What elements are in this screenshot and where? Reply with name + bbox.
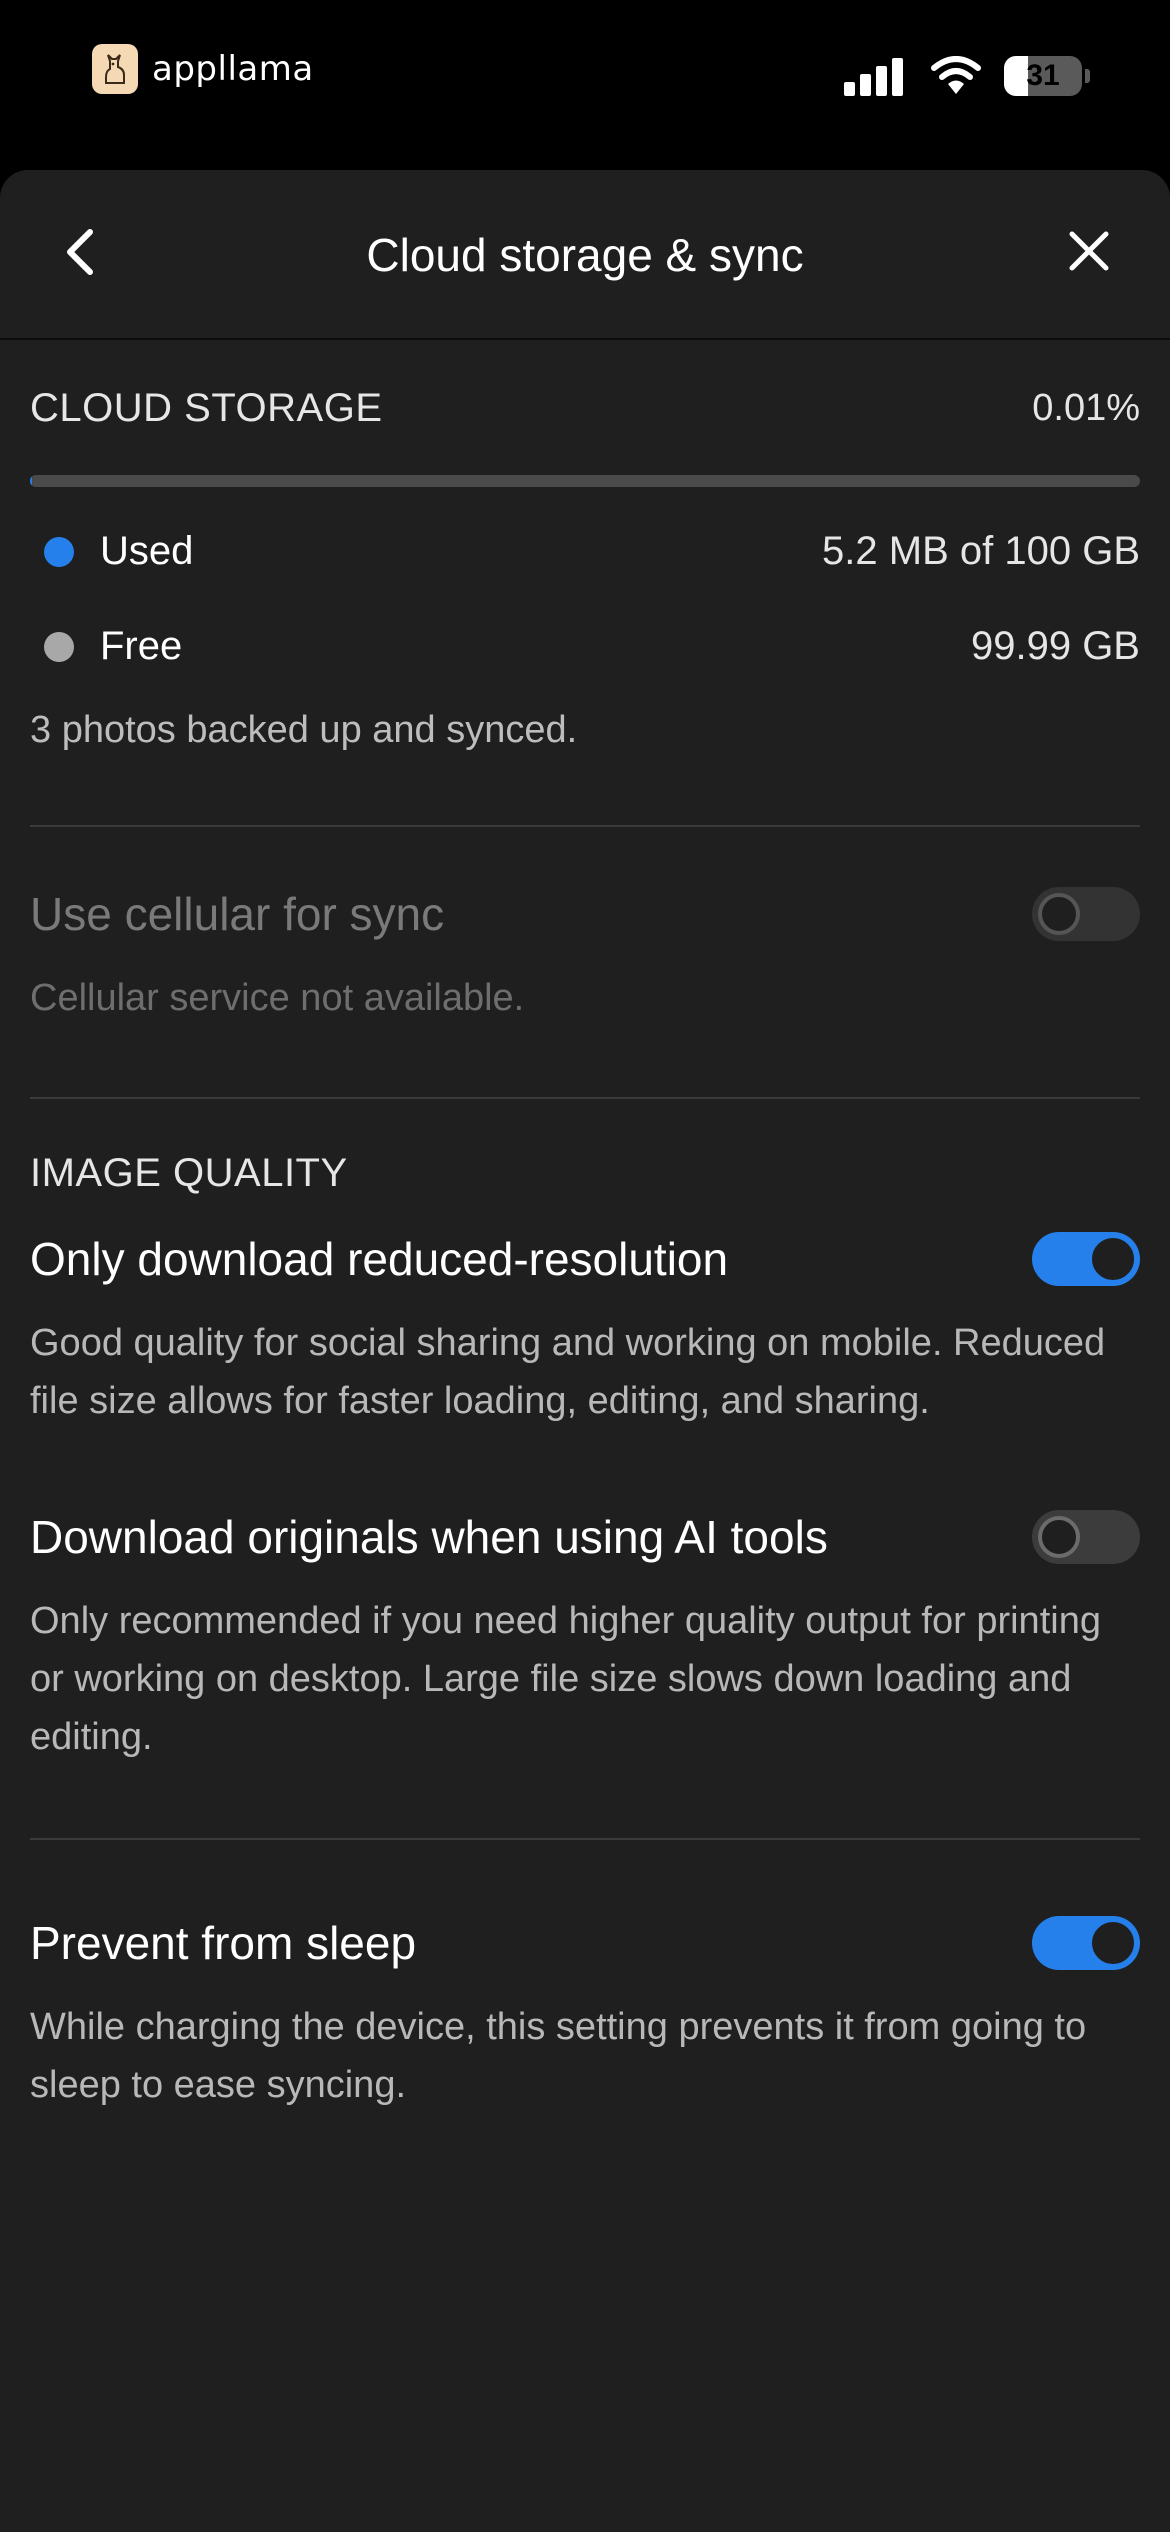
download-originals-toggle[interactable] bbox=[1032, 1510, 1140, 1564]
battery-tip bbox=[1085, 69, 1090, 83]
free-label: Free bbox=[100, 624, 183, 668]
storage-percent: 0.01% bbox=[1032, 387, 1140, 429]
cellular-setting-row: Use cellular for sync bbox=[30, 887, 1140, 941]
divider bbox=[30, 825, 1140, 827]
free-value: 99.99 GB bbox=[970, 624, 1140, 668]
divider bbox=[30, 1838, 1140, 1840]
close-button[interactable] bbox=[1064, 224, 1114, 278]
image-quality-label: IMAGE QUALITY bbox=[30, 1151, 348, 1195]
cellular-sync-title: Use cellular for sync bbox=[30, 888, 445, 940]
divider bbox=[30, 1097, 1140, 1099]
cloud-storage-label: CLOUD STORAGE bbox=[30, 386, 383, 430]
llama-logo-icon bbox=[92, 44, 138, 94]
settings-sheet: Cloud storage & sync CLOUD STORAGE 0.01%… bbox=[0, 170, 1170, 2532]
storage-progress-fill bbox=[30, 475, 32, 487]
prevent-sleep-title: Prevent from sleep bbox=[30, 1917, 417, 1969]
used-value: 5.2 MB of 100 GB bbox=[822, 529, 1140, 573]
prevent-sleep-row: Prevent from sleep bbox=[30, 1916, 1140, 1970]
cloud-storage-header: CLOUD STORAGE 0.01% bbox=[30, 386, 1140, 431]
brand-name: appllama bbox=[152, 49, 314, 89]
reduced-resolution-title: Only download reduced-resolution bbox=[30, 1233, 729, 1285]
used-dot-icon bbox=[44, 536, 74, 567]
prevent-sleep-toggle[interactable] bbox=[1032, 1916, 1140, 1970]
brand: appllama bbox=[92, 44, 314, 94]
page-title: Cloud storage & sync bbox=[366, 229, 804, 281]
reduced-resolution-description: Good quality for social sharing and work… bbox=[30, 1322, 1106, 1422]
download-originals-title: Download originals when using AI tools bbox=[30, 1511, 828, 1563]
storage-used-row: Used 5.2 MB of 100 GB bbox=[30, 529, 1140, 574]
cellular-sync-description: Cellular service not available. bbox=[30, 977, 525, 1019]
download-originals-row: Download originals when using AI tools bbox=[30, 1510, 1140, 1564]
cellular-signal-icon bbox=[844, 56, 908, 96]
battery-level: 31 bbox=[1026, 59, 1060, 92]
settings-content: CLOUD STORAGE 0.01% Used 5.2 MB of 100 G… bbox=[30, 342, 1140, 2114]
download-originals-description: Only recommended if you need higher qual… bbox=[30, 1600, 1101, 1758]
prevent-sleep-description: While charging the device, this setting … bbox=[30, 2006, 1087, 2106]
sheet-header: Cloud storage & sync bbox=[0, 170, 1170, 340]
storage-free-row: Free 99.99 GB bbox=[30, 624, 1140, 669]
sync-status-note: 3 photos backed up and synced. bbox=[30, 709, 578, 751]
battery-icon: 31 bbox=[1004, 56, 1082, 96]
status-icons: 31 bbox=[844, 56, 1090, 96]
wifi-icon bbox=[931, 56, 981, 94]
used-label: Used bbox=[100, 529, 194, 573]
free-dot-icon bbox=[44, 631, 74, 662]
reduced-resolution-toggle[interactable] bbox=[1032, 1232, 1140, 1286]
reduced-resolution-row: Only download reduced-resolution bbox=[30, 1232, 1140, 1286]
status-bar: appllama 31 bbox=[0, 0, 1170, 170]
storage-progress-bar bbox=[30, 475, 1140, 487]
cellular-sync-toggle[interactable] bbox=[1032, 887, 1140, 941]
close-icon bbox=[1069, 231, 1109, 271]
